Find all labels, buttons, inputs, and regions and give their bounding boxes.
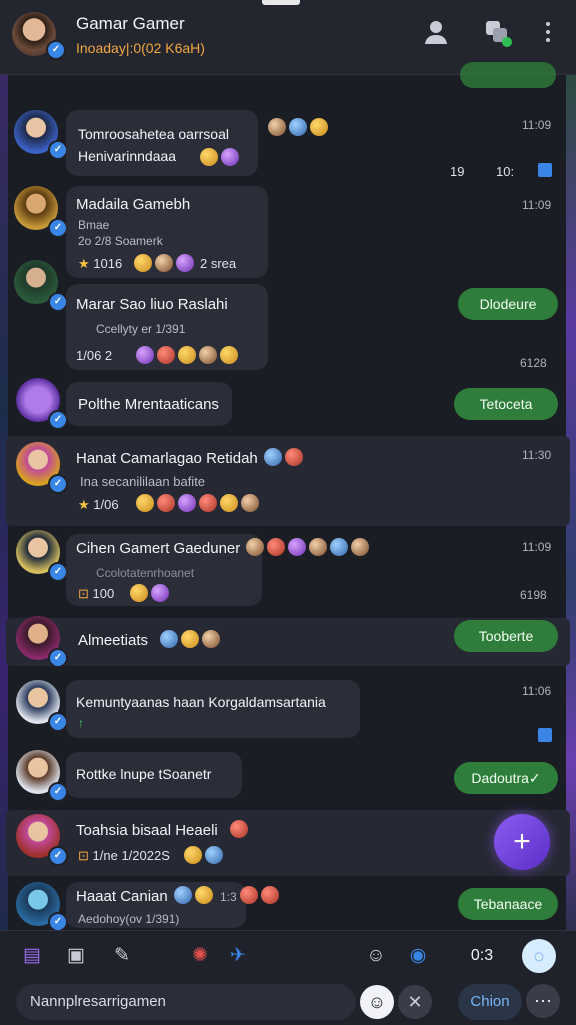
- chat-subline: Aedohoy(ov 1/391): [78, 912, 180, 926]
- chat-meta: 19: [450, 164, 465, 179]
- chat-name: Cihen Gamert Gaeduner: [76, 540, 241, 557]
- chat-name: Marar Sao liuo Raslahi: [76, 296, 228, 313]
- reaction-emojis: [160, 630, 223, 648]
- verified-badge-icon: ✓: [48, 648, 68, 668]
- header-subtitle: Inoaday|:0(02 K6aH): [76, 40, 205, 56]
- chat-name: Hanat Camarlagao Retidah: [76, 450, 258, 467]
- chat-meta: 10:: [496, 164, 515, 179]
- chat-time: 6128: [520, 356, 547, 370]
- chat-name: Polthe Mrentaaticans: [78, 396, 219, 413]
- verified-badge-icon: ✓: [48, 218, 68, 238]
- reaction-emojis: [130, 584, 172, 602]
- more-options-icon[interactable]: ⋯: [526, 984, 560, 1018]
- sticker-icon[interactable]: ◉: [404, 942, 432, 970]
- chat-bubble[interactable]: [66, 110, 258, 176]
- reply-pill[interactable]: Tooberte: [454, 620, 558, 652]
- status-notch: [262, 0, 300, 5]
- chat-name: Tomroosahetea oarrsoal: [78, 126, 229, 142]
- verified-badge-icon: ✓: [48, 474, 68, 494]
- read-check-icon: [538, 728, 552, 742]
- reaction-emojis: [268, 118, 331, 136]
- chat-button[interactable]: Chion: [458, 984, 522, 1020]
- chat-time: 11:09: [522, 118, 552, 132]
- chat-subline: 2o 2/8 Soamerk: [78, 234, 163, 248]
- partial-reply-top: [460, 62, 556, 88]
- more-menu-icon[interactable]: [540, 18, 556, 50]
- reaction-emojis: [230, 820, 251, 838]
- chat-subline: Ina secanililaan bafite: [80, 474, 206, 489]
- chat-meta: ⊡ 100: [78, 586, 115, 601]
- reactions-icon[interactable]: ✺: [186, 942, 214, 970]
- close-icon[interactable]: ✕: [398, 985, 432, 1019]
- chat-time: 6198: [520, 588, 547, 602]
- chat-preview: Henivarinndaaa: [78, 148, 177, 164]
- message-input[interactable]: Nannplresarrigamen: [16, 984, 356, 1020]
- pin-icon[interactable]: ✈: [224, 942, 252, 970]
- chats-tab-icon[interactable]: ▤: [18, 942, 46, 970]
- new-chat-fab-button[interactable]: +: [494, 814, 550, 870]
- counter-label: 0:3: [470, 947, 494, 964]
- chat-meta: ⊡ 1/ne 1/2022S: [78, 848, 170, 863]
- reply-pill[interactable]: Tetoceta: [454, 388, 558, 420]
- contacts-icon[interactable]: [420, 18, 452, 50]
- chat-time: 11:06: [522, 684, 552, 698]
- emoji-icon[interactable]: ☺: [362, 942, 390, 970]
- verified-badge-icon: ✓: [48, 712, 68, 732]
- header-title: Gamar Gamer: [76, 14, 185, 33]
- chat-subline: Bmae: [78, 218, 110, 232]
- message-input-placeholder: Nannplresarrigamen: [30, 993, 166, 1010]
- reaction-emojis: [240, 886, 282, 904]
- chat-name: Kemuntyaanas haan Korgaldamsartania: [76, 694, 326, 710]
- chat-subline: Ccellyty er 1/391: [96, 322, 186, 336]
- chat-name: Rottke lnupe tSoanetr: [76, 766, 212, 782]
- group-add-icon[interactable]: [482, 18, 514, 50]
- reaction-emojis: [134, 254, 197, 272]
- emoji-picker-icon[interactable]: ☺: [360, 985, 394, 1019]
- reply-pill[interactable]: Dlodeure: [458, 288, 558, 320]
- reply-pill[interactable]: Tebanaace: [458, 888, 558, 920]
- chat-name: Haaat Canian: [76, 888, 168, 905]
- reaction-emojis: [136, 346, 241, 364]
- reaction-emojis: [136, 494, 262, 512]
- chat-name: Toahsia bisaal Heaeli: [76, 822, 218, 839]
- verified-badge-icon: ✓: [48, 562, 68, 582]
- verified-badge-icon: ✓: [48, 140, 68, 160]
- highlighted-row: [6, 810, 570, 876]
- reaction-emojis: [184, 846, 226, 864]
- reels-tab-icon[interactable]: ▣: [62, 942, 90, 970]
- chat-meta: 2 srea: [200, 256, 237, 271]
- chat-subline: Ccolotatenrhoanet: [96, 566, 195, 580]
- verified-badge-icon: ✓: [48, 846, 68, 866]
- chat-time: 11:30: [522, 448, 552, 462]
- reaction-emojis: [200, 148, 242, 166]
- reaction-emojis: [246, 538, 372, 556]
- reaction-emojis: [174, 886, 216, 904]
- verified-badge-icon: ✓: [48, 782, 68, 802]
- chat-name: Madaila Gamebh: [76, 196, 191, 213]
- location-icon[interactable]: ◌: [522, 939, 556, 973]
- reply-pill[interactable]: Dadoutra✓: [454, 762, 558, 794]
- reaction-emojis: [264, 448, 306, 466]
- chat-time: 1:3: [220, 890, 237, 904]
- chat-meta: ★ 1/06: [78, 497, 119, 512]
- chat-time: 11:09: [522, 198, 552, 212]
- chat-subline: ↑: [78, 716, 84, 730]
- verified-badge-icon: ✓: [46, 40, 66, 60]
- chat-meta: ★ 1016: [78, 256, 123, 271]
- read-check-icon: [538, 163, 552, 177]
- chat-meta: 1/06 2: [76, 348, 113, 363]
- chat-name: Almeetiats: [78, 632, 149, 649]
- verified-badge-icon: ✓: [48, 912, 68, 932]
- chat-time: 11:09: [522, 540, 552, 554]
- verified-badge-icon: ✓: [48, 292, 68, 312]
- verified-badge-icon: ✓: [48, 410, 68, 430]
- pencil-icon[interactable]: ✎: [108, 942, 136, 970]
